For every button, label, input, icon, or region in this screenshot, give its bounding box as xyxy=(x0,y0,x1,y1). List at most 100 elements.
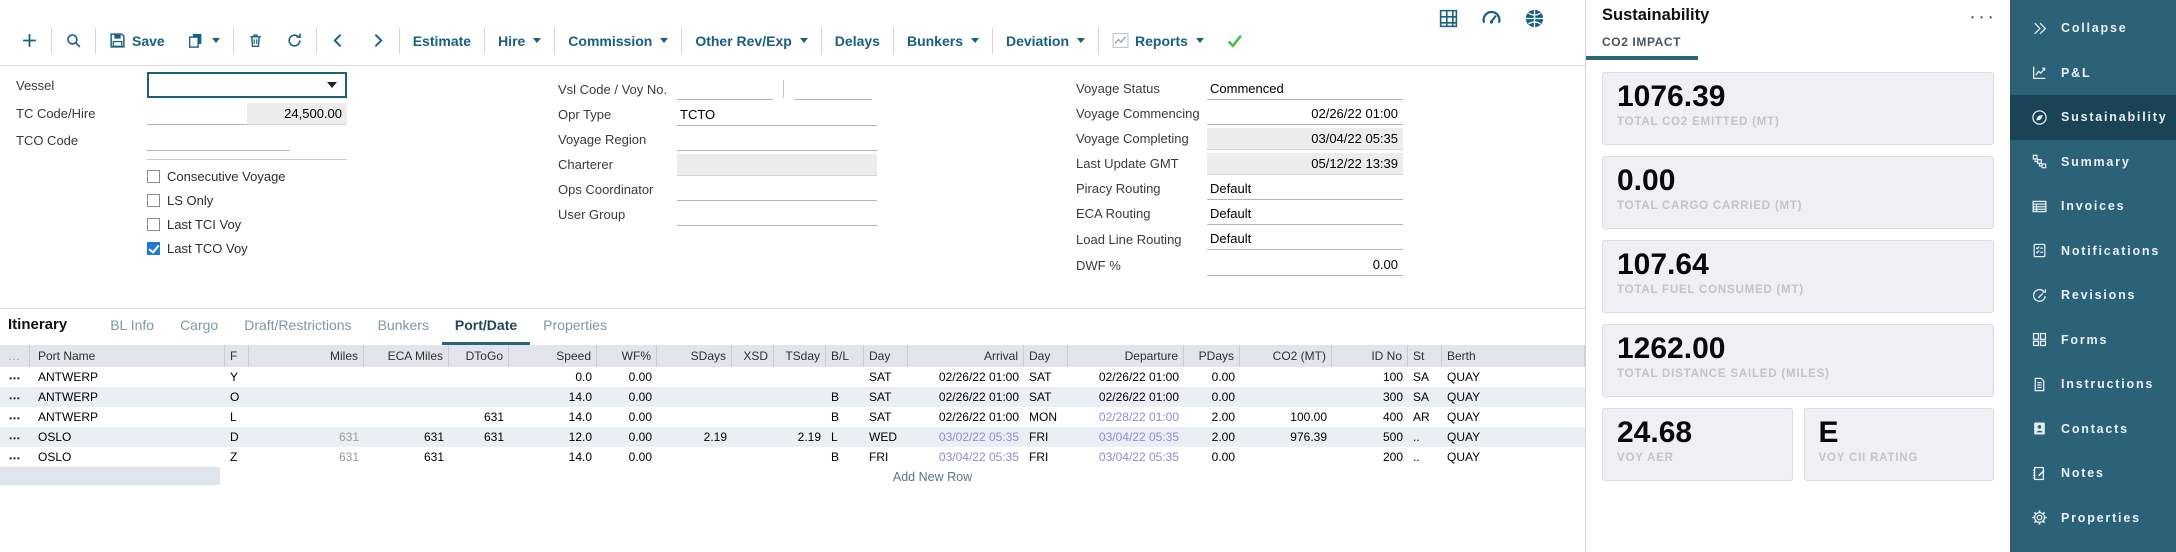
table-cell[interactable]: 100 xyxy=(1332,367,1408,387)
table-cell[interactable] xyxy=(1240,387,1332,407)
table-cell[interactable]: MON xyxy=(1024,407,1068,427)
globe-icon[interactable] xyxy=(1524,8,1545,29)
table-cell[interactable] xyxy=(249,367,364,387)
table-cell[interactable] xyxy=(774,387,826,407)
table-cell[interactable]: 631 xyxy=(364,427,449,447)
table-cell[interactable] xyxy=(249,387,364,407)
table-cell[interactable]: 631 xyxy=(364,447,449,467)
table-cell[interactable]: 976.39 xyxy=(1240,427,1332,447)
tab-co2-impact[interactable]: CO2 IMPACT xyxy=(1602,35,1994,49)
table-cell[interactable]: ANTWERP xyxy=(30,367,225,387)
table-cell[interactable]: FRI xyxy=(1024,427,1068,447)
table-cell[interactable] xyxy=(1240,447,1332,467)
table-cell[interactable]: .. xyxy=(1408,427,1442,447)
table-cell[interactable]: 02/26/22 01:00 xyxy=(1068,367,1184,387)
table-cell[interactable]: 02/28/22 01:00 xyxy=(1068,407,1184,427)
table-cell[interactable] xyxy=(449,447,509,467)
voy-no-input[interactable] xyxy=(794,78,872,100)
voyage-region-input[interactable] xyxy=(677,129,877,151)
table-cell[interactable]: B xyxy=(826,407,864,427)
table-cell[interactable]: SAT xyxy=(864,387,908,407)
row-menu-icon[interactable] xyxy=(0,447,30,467)
table-cell[interactable]: 03/02/22 05:35 xyxy=(908,427,1024,447)
table-cell[interactable]: 14.0 xyxy=(509,387,597,407)
table-cell[interactable] xyxy=(657,367,732,387)
table-cell[interactable]: SAT xyxy=(864,367,908,387)
checkbox-last-tci-voy[interactable]: Last TCI Voy xyxy=(147,212,347,236)
table-cell[interactable] xyxy=(364,387,449,407)
table-cell[interactable]: 03/04/22 05:35 xyxy=(1068,427,1184,447)
estimate-button[interactable]: Estimate xyxy=(402,26,482,56)
table-cell[interactable]: 500 xyxy=(1332,427,1408,447)
table-cell[interactable] xyxy=(732,387,774,407)
table-cell[interactable]: 2.19 xyxy=(774,427,826,447)
table-cell[interactable]: AR xyxy=(1408,407,1442,427)
table-cell[interactable]: 03/04/22 05:35 xyxy=(908,447,1024,467)
tab-port-date[interactable]: Port/Date xyxy=(442,317,530,345)
table-cell[interactable]: 12.0 xyxy=(509,427,597,447)
gauge-icon[interactable] xyxy=(1481,8,1502,29)
previous-button[interactable] xyxy=(319,26,358,56)
hire-button[interactable]: Hire xyxy=(487,26,552,56)
table-cell[interactable]: 03/04/22 05:35 xyxy=(1068,447,1184,467)
table-cell[interactable]: Y xyxy=(225,367,249,387)
sidebar-item-sustainability[interactable]: Sustainability xyxy=(2010,95,2176,140)
table-cell[interactable]: 02/26/22 01:00 xyxy=(908,407,1024,427)
sidebar-item-properties[interactable]: Properties xyxy=(2010,496,2176,541)
table-cell[interactable] xyxy=(774,447,826,467)
opr-type-input[interactable]: TCTO xyxy=(677,104,877,126)
table-cell[interactable]: ANTWERP xyxy=(30,387,225,407)
other-rev-exp-button[interactable]: Other Rev/Exp xyxy=(684,26,818,56)
table-cell[interactable]: 400 xyxy=(1332,407,1408,427)
table-cell[interactable]: WED xyxy=(864,427,908,447)
next-button[interactable] xyxy=(358,26,397,56)
vsl-code-input[interactable] xyxy=(677,78,773,100)
table-cell[interactable]: 02/26/22 01:00 xyxy=(1068,387,1184,407)
sidebar-item-collapse[interactable]: Collapse xyxy=(2010,6,2176,51)
table-cell[interactable]: 0.00 xyxy=(597,447,657,467)
table-cell[interactable]: L xyxy=(225,407,249,427)
table-cell[interactable]: SA xyxy=(1408,367,1442,387)
user-group-input[interactable] xyxy=(677,204,877,226)
table-cell[interactable]: 631 xyxy=(249,447,364,467)
table-cell[interactable]: SA xyxy=(1408,387,1442,407)
row-menu-icon[interactable] xyxy=(0,427,30,447)
table-cell[interactable]: 14.0 xyxy=(509,407,597,427)
table-cell[interactable]: QUAY xyxy=(1442,447,1585,467)
table-cell[interactable]: 02/26/22 01:00 xyxy=(908,387,1024,407)
tc-code-input[interactable] xyxy=(147,103,247,125)
table-cell[interactable]: D xyxy=(225,427,249,447)
sidebar-item-contacts[interactable]: Contacts xyxy=(2010,407,2176,452)
checkbox-ls-only[interactable]: LS Only xyxy=(147,188,347,212)
table-cell[interactable]: 2.00 xyxy=(1184,407,1240,427)
eca-routing-input[interactable]: Default xyxy=(1207,203,1403,225)
tab-bunkers[interactable]: Bunkers xyxy=(365,317,442,345)
row-menu-icon[interactable] xyxy=(0,367,30,387)
table-cell[interactable] xyxy=(732,407,774,427)
table-cell[interactable]: SAT xyxy=(864,407,908,427)
add-button[interactable] xyxy=(10,26,49,56)
delete-button[interactable] xyxy=(236,26,275,56)
checkbox-last-tco-voy[interactable]: Last TCO Voy xyxy=(147,236,347,260)
table-cell[interactable] xyxy=(732,447,774,467)
add-new-row-button[interactable]: Add New Row xyxy=(0,467,1585,487)
voyage-commencing-input[interactable]: 02/26/22 01:00 xyxy=(1207,103,1403,125)
table-cell[interactable] xyxy=(364,407,449,427)
table-cell[interactable] xyxy=(249,407,364,427)
table-cell[interactable] xyxy=(1240,367,1332,387)
load-line-routing-input[interactable]: Default xyxy=(1207,228,1403,250)
table-cell[interactable] xyxy=(449,367,509,387)
checkbox-consecutive-voyage[interactable]: Consecutive Voyage xyxy=(147,164,347,188)
table-cell[interactable]: SAT xyxy=(1024,387,1068,407)
table-cell[interactable]: .. xyxy=(1408,447,1442,467)
table-cell[interactable]: QUAY xyxy=(1442,407,1585,427)
table-cell[interactable]: 0.0 xyxy=(509,367,597,387)
table-cell[interactable]: OSLO xyxy=(30,427,225,447)
table-cell[interactable]: B xyxy=(826,447,864,467)
refresh-button[interactable] xyxy=(275,26,314,56)
sidebar-item-p-l[interactable]: P&L xyxy=(2010,51,2176,96)
table-cell[interactable]: Z xyxy=(225,447,249,467)
table-cell[interactable] xyxy=(774,407,826,427)
tco-code-input[interactable] xyxy=(147,129,290,151)
tab-cargo[interactable]: Cargo xyxy=(167,317,231,345)
